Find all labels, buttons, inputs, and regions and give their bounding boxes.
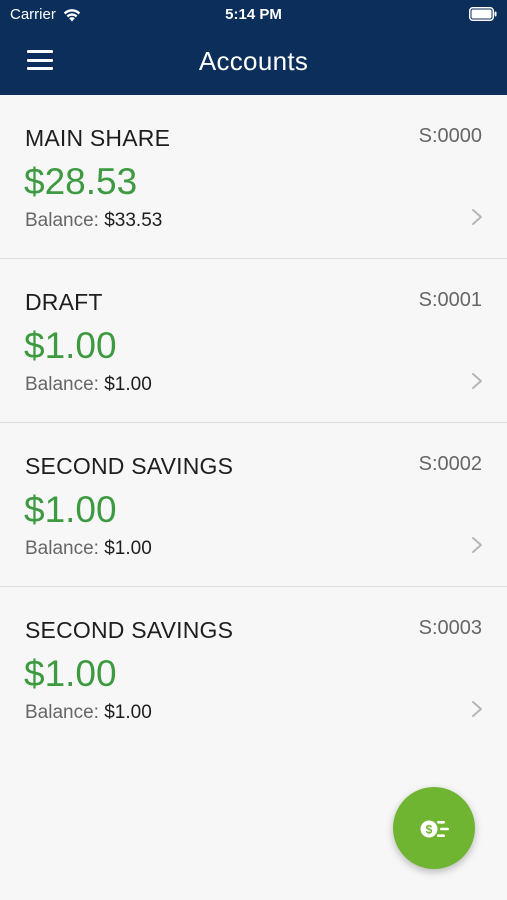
account-id: S:0000 [418,125,482,147]
transfer-fab-button[interactable]: $ [393,787,475,869]
status-time: 5:14 PM [225,6,282,23]
balance-label: Balance: [25,702,99,723]
account-row[interactable]: SECOND SAVINGS S:0003 $1.00 Balance: $1.… [0,587,507,751]
balance-line: Balance: $1.00 [25,374,152,396]
accounts-list: MAIN SHARE S:0000 $28.53 Balance: $33.53… [0,95,507,751]
svg-text:$: $ [426,823,433,837]
available-amount: $1.00 [24,489,117,530]
account-row[interactable]: MAIN SHARE S:0000 $28.53 Balance: $33.53 [0,95,507,259]
account-name: MAIN SHARE [25,125,171,151]
balance-label: Balance: [25,374,99,395]
app-root: Carrier 5:14 PM Accounts MAIN SHARE S:00… [0,0,507,900]
account-id: S:0002 [418,453,482,475]
account-id: S:0003 [418,617,482,639]
balance-label: Balance: [25,538,99,559]
account-name: SECOND SAVINGS [25,453,234,479]
chevron-right-icon [472,701,482,717]
nav-bar: Accounts [0,30,507,95]
account-row[interactable]: SECOND SAVINGS S:0002 $1.00 Balance: $1.… [0,423,507,587]
balance-line: Balance: $33.53 [25,210,162,232]
account-name: SECOND SAVINGS [25,617,234,643]
balance-value: $33.53 [104,210,163,231]
account-row[interactable]: DRAFT S:0001 $1.00 Balance: $1.00 [0,259,507,423]
chevron-right-icon [472,209,482,225]
balance-value: $1.00 [104,702,152,723]
transfer-money-icon: $ [420,820,449,838]
status-bar: Carrier 5:14 PM [0,0,507,30]
available-amount: $28.53 [24,161,138,202]
balance-value: $1.00 [104,374,152,395]
available-amount: $1.00 [24,653,117,694]
balance-line: Balance: $1.00 [25,702,152,724]
chevron-right-icon [472,537,482,553]
balance-label: Balance: [25,210,99,231]
available-amount: $1.00 [24,325,117,366]
balance-line: Balance: $1.00 [25,538,152,560]
header: Carrier 5:14 PM Accounts [0,0,507,95]
account-id: S:0001 [418,289,482,311]
account-name: DRAFT [25,289,103,315]
page-title: Accounts [198,46,309,76]
balance-value: $1.00 [104,538,152,559]
chevron-right-icon [472,373,482,389]
battery-icon [469,7,497,21]
